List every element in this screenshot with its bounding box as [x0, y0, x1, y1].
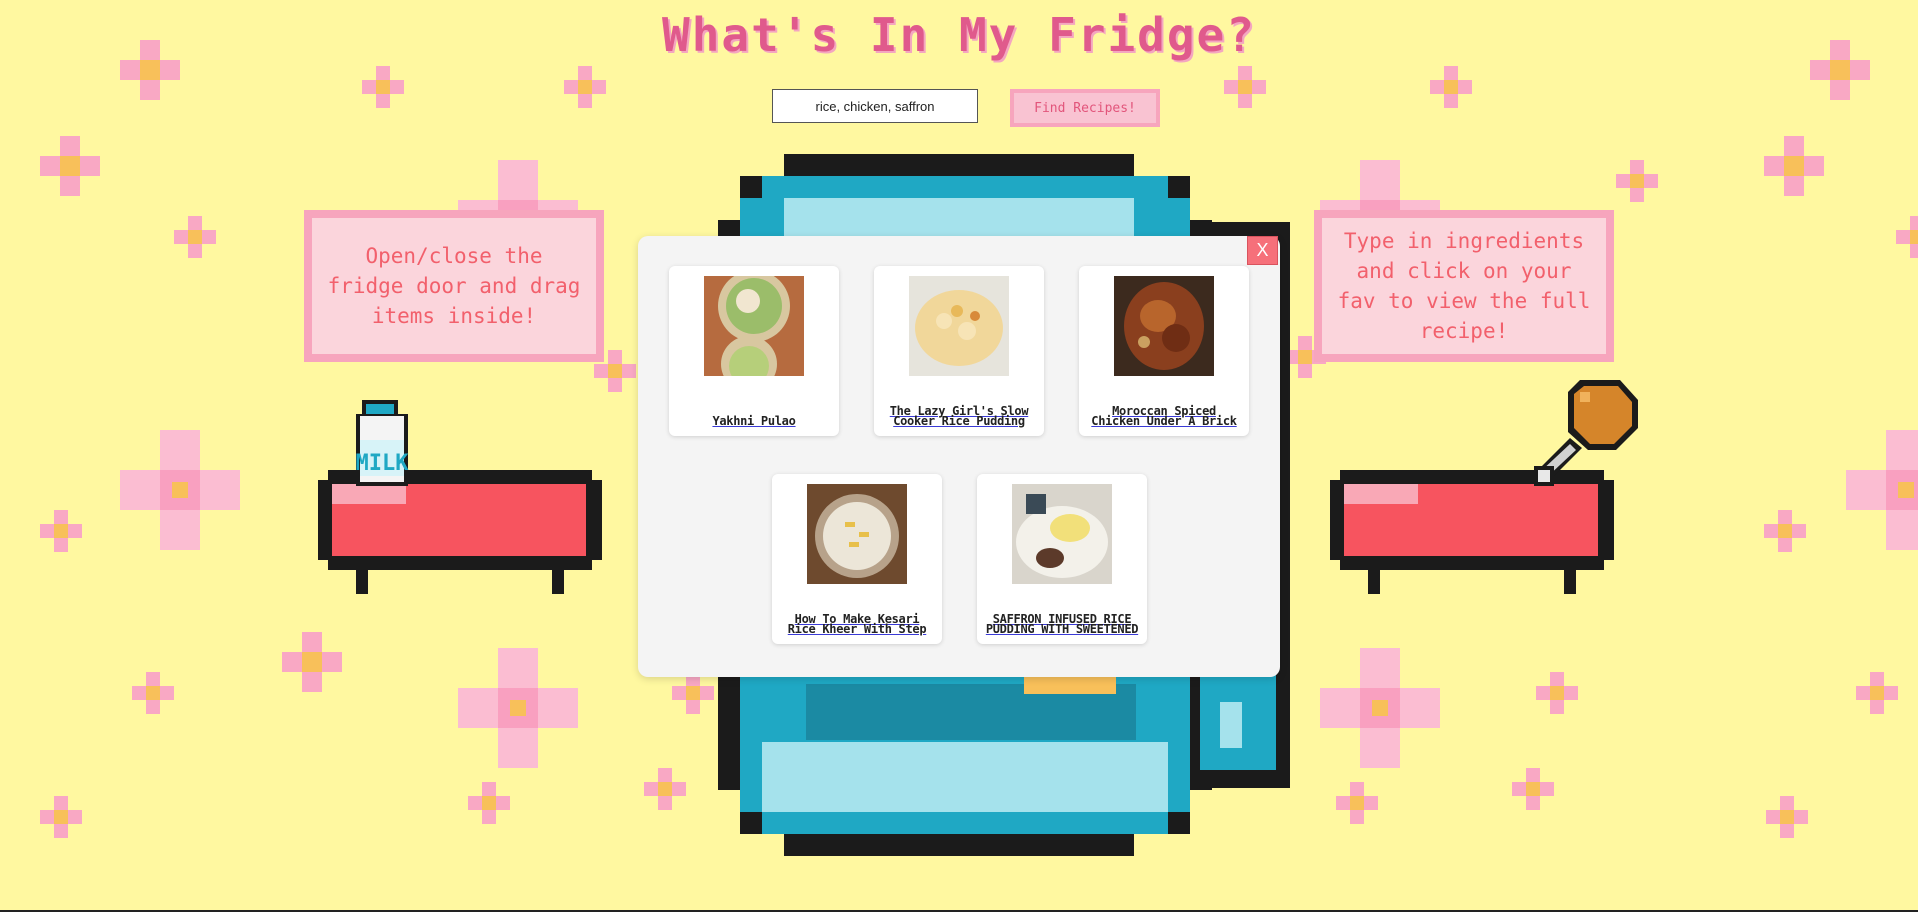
page-title: What's In My Fridge?	[662, 8, 1256, 62]
milk-label: MILK	[356, 451, 410, 476]
flower-icon	[1224, 66, 1266, 108]
instructions-note-right: Type in ingredients and click on your fa…	[1314, 210, 1614, 362]
recipe-card-2[interactable]: The Lazy Girl's Slow Cooker Rice Pudding	[874, 266, 1044, 436]
recipe-image	[1012, 484, 1112, 584]
recipe-card-4[interactable]: How To Make Kesari Rice Kheer With Step	[772, 474, 942, 644]
note-right-text: Type in ingredients and click on your fa…	[1337, 229, 1591, 343]
flower-icon	[132, 672, 174, 714]
flower-icon	[40, 796, 82, 838]
flower-icon	[1536, 672, 1578, 714]
flower-icon	[1764, 510, 1806, 552]
note-left-text: Open/close the fridge door and drag item…	[327, 244, 581, 328]
flower-icon	[1512, 768, 1554, 810]
recipe-card-3[interactable]: Moroccan Spiced Chicken Under A Brick	[1079, 266, 1249, 436]
flower-icon	[40, 136, 100, 196]
flower-icon	[564, 66, 606, 108]
search-input[interactable]	[772, 89, 978, 123]
find-recipes-button[interactable]: Find Recipes!	[1010, 89, 1160, 127]
left-table	[318, 470, 602, 594]
recipes-modal: Yakhni Pulao The Lazy Girl's Slow Cooker…	[638, 236, 1280, 677]
flower-icon	[1320, 648, 1440, 768]
recipe-title[interactable]: SAFFRON INFUSED RICE PUDDING WITH SWEETE…	[985, 613, 1139, 635]
flower-icon	[644, 768, 686, 810]
flower-icon	[1430, 66, 1472, 108]
flower-icon	[362, 66, 404, 108]
flower-icon	[468, 782, 510, 824]
flower-icon	[458, 648, 578, 768]
flower-icon	[1846, 430, 1918, 550]
recipe-image	[704, 276, 804, 376]
flower-icon	[1764, 136, 1824, 196]
milk-bottle-icon[interactable]: MILK	[352, 400, 412, 486]
flower-icon	[120, 430, 240, 550]
recipe-image	[1114, 276, 1214, 376]
flower-icon	[174, 216, 216, 258]
flower-icon	[1856, 672, 1898, 714]
close-icon[interactable]: X	[1247, 236, 1278, 265]
flower-icon	[672, 672, 714, 714]
instructions-note-left: Open/close the fridge door and drag item…	[304, 210, 604, 362]
recipe-image	[909, 276, 1009, 376]
recipe-title[interactable]: Moroccan Spiced Chicken Under A Brick	[1087, 405, 1241, 427]
flower-icon	[1766, 796, 1808, 838]
recipe-card-5[interactable]: SAFFRON INFUSED RICE PUDDING WITH SWEETE…	[977, 474, 1147, 644]
recipe-title[interactable]: How To Make Kesari Rice Kheer With Step	[780, 613, 934, 635]
chicken-leg-icon[interactable]	[1528, 378, 1642, 494]
flower-icon	[40, 510, 82, 552]
recipe-title[interactable]: The Lazy Girl's Slow Cooker Rice Pudding	[882, 405, 1036, 427]
flower-icon	[1616, 160, 1658, 202]
recipe-title[interactable]: Yakhni Pulao	[677, 415, 831, 427]
recipe-image	[807, 484, 907, 584]
flower-icon	[282, 632, 342, 692]
recipe-card-1[interactable]: Yakhni Pulao	[669, 266, 839, 436]
flower-icon	[1336, 782, 1378, 824]
flower-icon	[1896, 216, 1918, 258]
